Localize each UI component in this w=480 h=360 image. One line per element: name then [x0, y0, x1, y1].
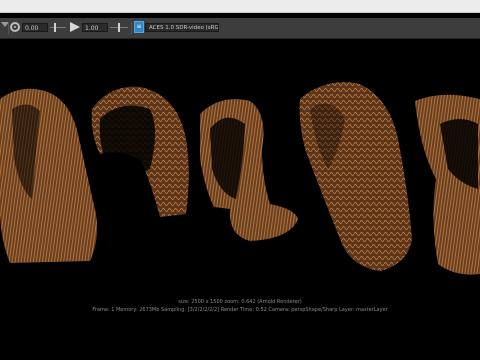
hair-model-3 — [200, 99, 298, 241]
hair-model-4 — [299, 82, 412, 271]
color-management-toggle-icon[interactable]: ≡ — [134, 21, 144, 33]
render-info-line-2: Frame: 1 Memory: 2673Mb Sampling: [3/2/2… — [92, 307, 388, 313]
exposure-field[interactable]: 0.00 — [22, 23, 48, 32]
gamma-icon[interactable] — [70, 22, 80, 32]
exposure-slider-track[interactable] — [50, 27, 66, 28]
hair-model-5 — [415, 94, 480, 275]
exposure-slider-handle[interactable] — [54, 23, 56, 32]
toolbar-separator — [131, 22, 132, 34]
exposure-icon[interactable] — [10, 22, 20, 32]
view-transform-dropdown[interactable]: ACES 1.0 SDR-video (sRGB) — [145, 23, 219, 32]
window-titlebar — [0, 0, 480, 13]
hair-model-2 — [91, 86, 189, 217]
gamma-field[interactable]: 1.00 — [82, 23, 108, 32]
render-info-line-1: size: 2500 x 1500 zoom: 0.642 (Arnold Re… — [178, 299, 302, 305]
gamma-slider-handle[interactable] — [118, 23, 120, 32]
render-view-toolbar: 0.00 1.00 ≡ ACES 1.0 SDR-video (sRGB) — [0, 18, 480, 39]
hair-model-1 — [0, 88, 98, 263]
toolbar-separator — [8, 22, 9, 34]
render-viewport[interactable]: size: 2500 x 1500 zoom: 0.642 (Arnold Re… — [0, 39, 480, 360]
